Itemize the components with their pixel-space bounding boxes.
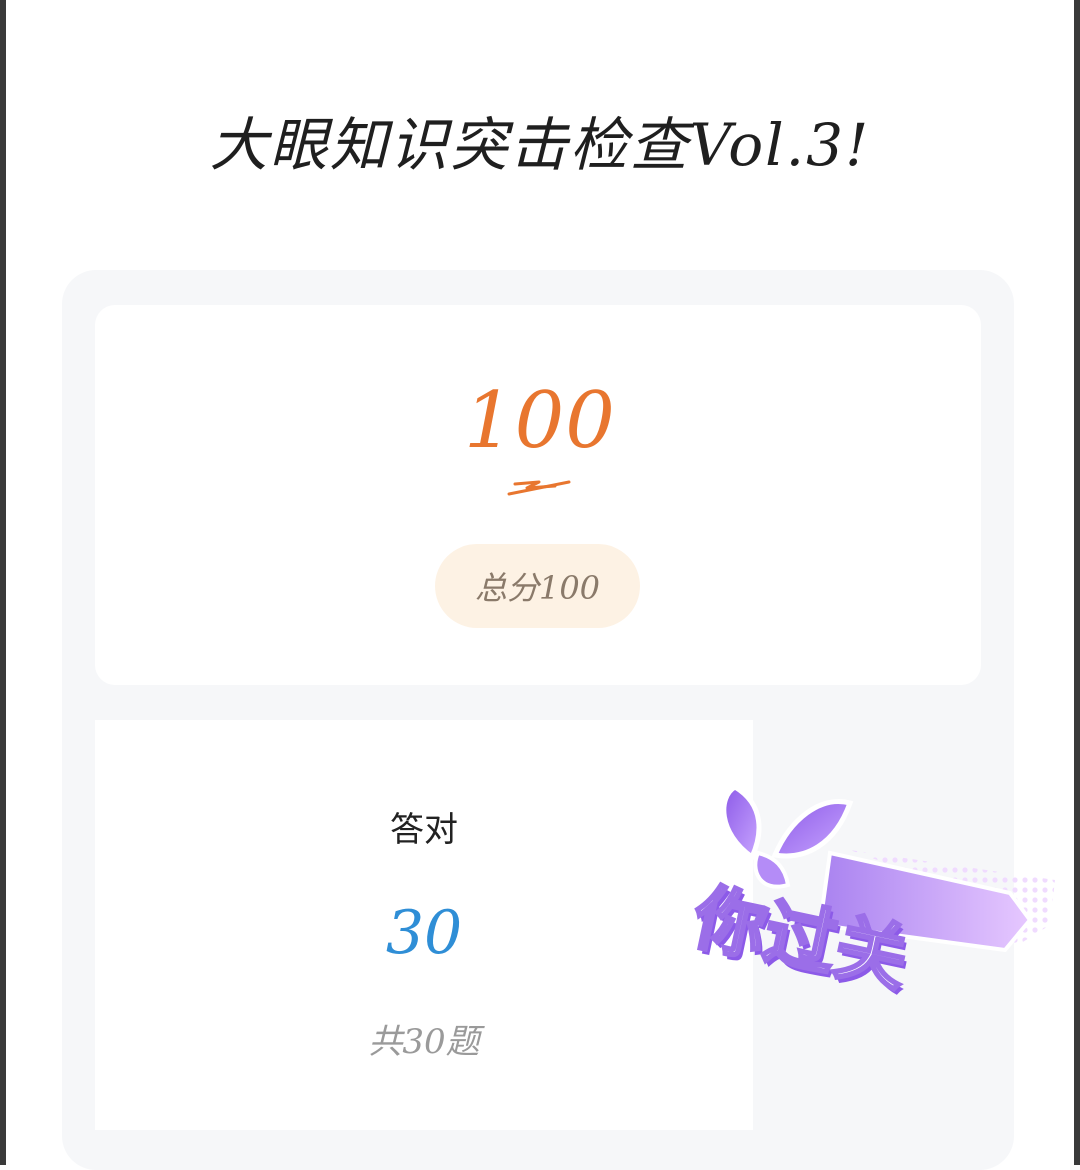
correct-value: 30 — [385, 898, 463, 968]
total-score-label: 总分100 — [474, 569, 601, 607]
total-score-pill: 总分100 — [435, 544, 640, 628]
correct-label: 答对 — [390, 810, 458, 850]
passed-sticker: 你过关 你过关 — [684, 784, 1055, 1006]
page-title: 大眼知识突击检查Vol.3! — [209, 111, 871, 179]
correct-total-label: 共30题 — [368, 1022, 480, 1062]
score-underline-icon — [507, 480, 571, 496]
score-value: 100 — [464, 376, 616, 466]
